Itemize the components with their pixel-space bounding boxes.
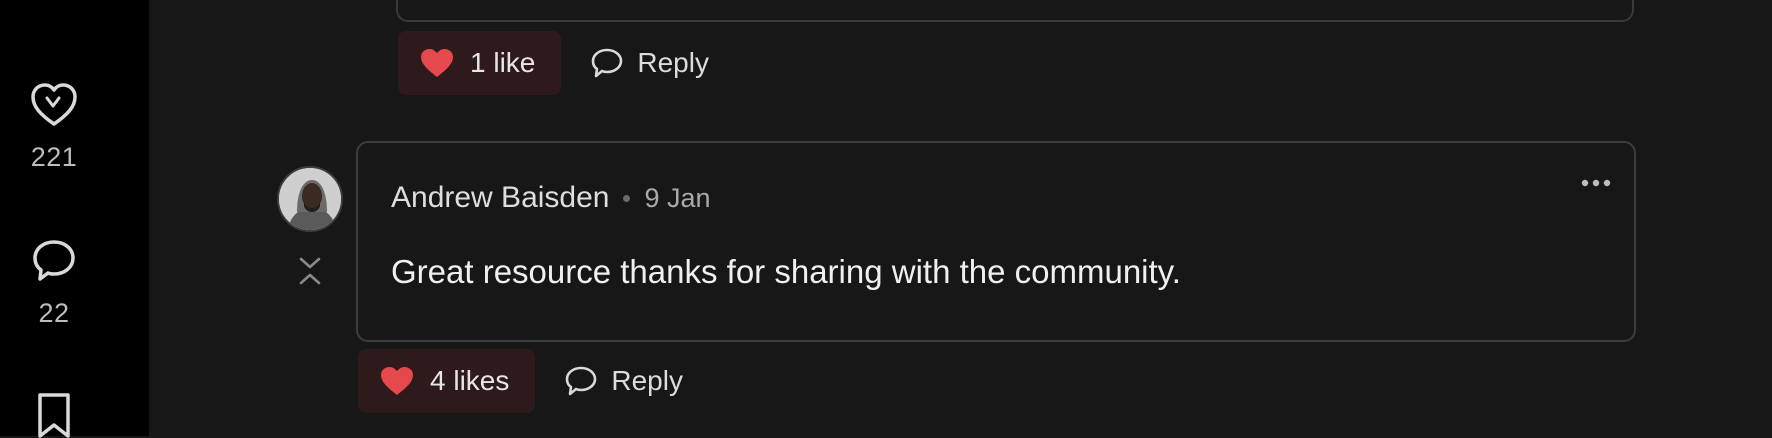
previous-comment-card (396, 0, 1634, 22)
comment-icon[interactable] (31, 238, 77, 284)
reply-icon (592, 48, 623, 78)
sidebar-like[interactable]: 221 (0, 82, 108, 173)
likes-count: 221 (30, 142, 78, 172)
heart-filled-icon (381, 367, 413, 395)
reply-button[interactable]: Reply (565, 365, 683, 397)
separator-dot (623, 194, 631, 202)
collapse-thread-button[interactable] (296, 256, 324, 291)
sidebar-bookmark[interactable] (0, 392, 108, 438)
heart-filled-icon (421, 49, 453, 77)
author-name[interactable]: Andrew Baisden (391, 181, 609, 215)
like-button[interactable]: 1 like (398, 31, 562, 95)
like-button[interactable]: 4 likes (358, 349, 536, 413)
comment-date[interactable]: 9 Jan (644, 183, 710, 214)
bookmark-icon[interactable] (34, 392, 74, 438)
reply-icon (566, 366, 597, 396)
reaction-sidebar: 221 22 (0, 0, 149, 438)
more-options-icon[interactable] (1580, 177, 1612, 189)
avatar[interactable] (277, 166, 343, 232)
comment-actions: 4 likes Reply (358, 349, 683, 413)
heart-outline-icon[interactable] (29, 82, 79, 128)
comment-header: Andrew Baisden 9 Jan (391, 181, 711, 215)
like-count-label: 1 like (470, 47, 536, 78)
previous-comment-actions: 1 like Reply (398, 31, 709, 95)
like-count-label: 4 likes (430, 365, 510, 396)
avatar-image (279, 168, 341, 230)
comment-body: Great resource thanks for sharing with t… (391, 253, 1181, 290)
reply-button[interactable]: Reply (591, 47, 709, 79)
comment-card: Andrew Baisden 9 Jan Great resource than… (356, 141, 1636, 342)
sidebar-comments[interactable]: 22 (0, 238, 108, 329)
collapse-icon (299, 257, 321, 285)
comments-count: 22 (38, 298, 70, 328)
reply-label: Reply (611, 365, 683, 396)
reply-label: Reply (637, 47, 709, 78)
